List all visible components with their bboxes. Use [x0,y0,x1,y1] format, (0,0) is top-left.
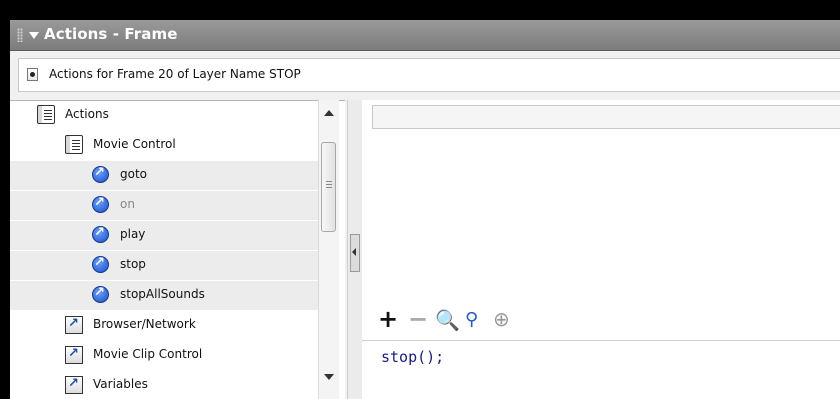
action-circle-icon [92,255,109,273]
tree-item-label: Variables [93,377,148,391]
actions-panel: Actions - Frame Actions for Frame 20 of … [10,20,840,399]
action-circle-icon [92,165,109,183]
category-arrow-icon [65,316,83,334]
script-pane: + − 🔍 ⚲ ⊕ stop(); [362,100,840,399]
actions-toolbox: Actions Movie Control goto on play stop [10,100,345,399]
action-circle-icon [92,225,109,243]
tree-item-actions[interactable]: Actions [10,101,318,130]
remove-action-icon[interactable]: − [408,305,428,333]
collapse-triangle-icon[interactable] [29,32,39,39]
add-action-icon[interactable]: + [378,305,398,333]
tree-item-label: stop [120,257,146,271]
scroll-down-arrow-icon[interactable] [324,374,334,380]
tree-item-label: Movie Clip Control [93,347,203,361]
target-path-icon[interactable]: ⊕ [493,307,510,331]
app-window: Actions - Frame Actions for Frame 20 of … [0,0,840,399]
toolbox-scrollbar[interactable] [318,100,339,399]
code-line[interactable]: stop(); [381,348,444,366]
tree-item-label: Actions [65,107,109,121]
tree-item-variables[interactable]: Variables [10,371,318,399]
scroll-up-arrow-icon[interactable] [324,110,334,116]
category-arrow-icon [65,346,83,364]
tree-item-goto[interactable]: goto [10,161,318,190]
tree-item-browser-network[interactable]: Browser/Network [10,311,318,340]
tree-item-play[interactable]: play [10,221,318,250]
tree-item-stop-all-sounds[interactable]: stopAllSounds [10,281,318,310]
tree-item-on[interactable]: on [10,191,318,220]
panel-title: Actions - Frame [44,25,178,43]
category-arrow-icon [65,376,83,394]
tree-item-label: goto [120,167,148,181]
tree-item-label: stopAllSounds [120,287,205,301]
scroll-thumb[interactable] [321,142,336,232]
frame-icon [27,68,38,81]
frame-info-text: Actions for Frame 20 of Layer Name STOP [49,67,301,81]
tree-item-label: play [120,227,146,241]
tree-item-label: Movie Control [93,137,176,151]
pane-splitter[interactable] [347,100,363,399]
tree-item-label: on [120,197,135,211]
replace-icon[interactable]: ⚲ [465,309,478,330]
tree-item-movie-clip-control[interactable]: Movie Clip Control [10,341,318,370]
find-icon[interactable]: 🔍 [435,308,460,332]
frame-info-bar: Actions for Frame 20 of Layer Name STOP [18,58,840,92]
script-toolbar: + − 🔍 ⚲ ⊕ [362,305,840,337]
script-navigator-strip[interactable] [372,105,840,129]
collapse-pane-icon[interactable] [350,234,360,272]
book-icon [65,135,83,154]
tree-item-stop[interactable]: stop [10,251,318,280]
tree-item-movie-control[interactable]: Movie Control [10,131,318,160]
action-circle-icon [92,195,109,213]
panel-title-bar[interactable]: Actions - Frame [10,20,840,51]
action-circle-icon [92,285,109,303]
book-icon [37,105,55,124]
tree-item-label: Browser/Network [93,317,196,331]
drag-grip-icon[interactable] [17,28,23,42]
script-editor[interactable]: stop(); [362,340,840,399]
